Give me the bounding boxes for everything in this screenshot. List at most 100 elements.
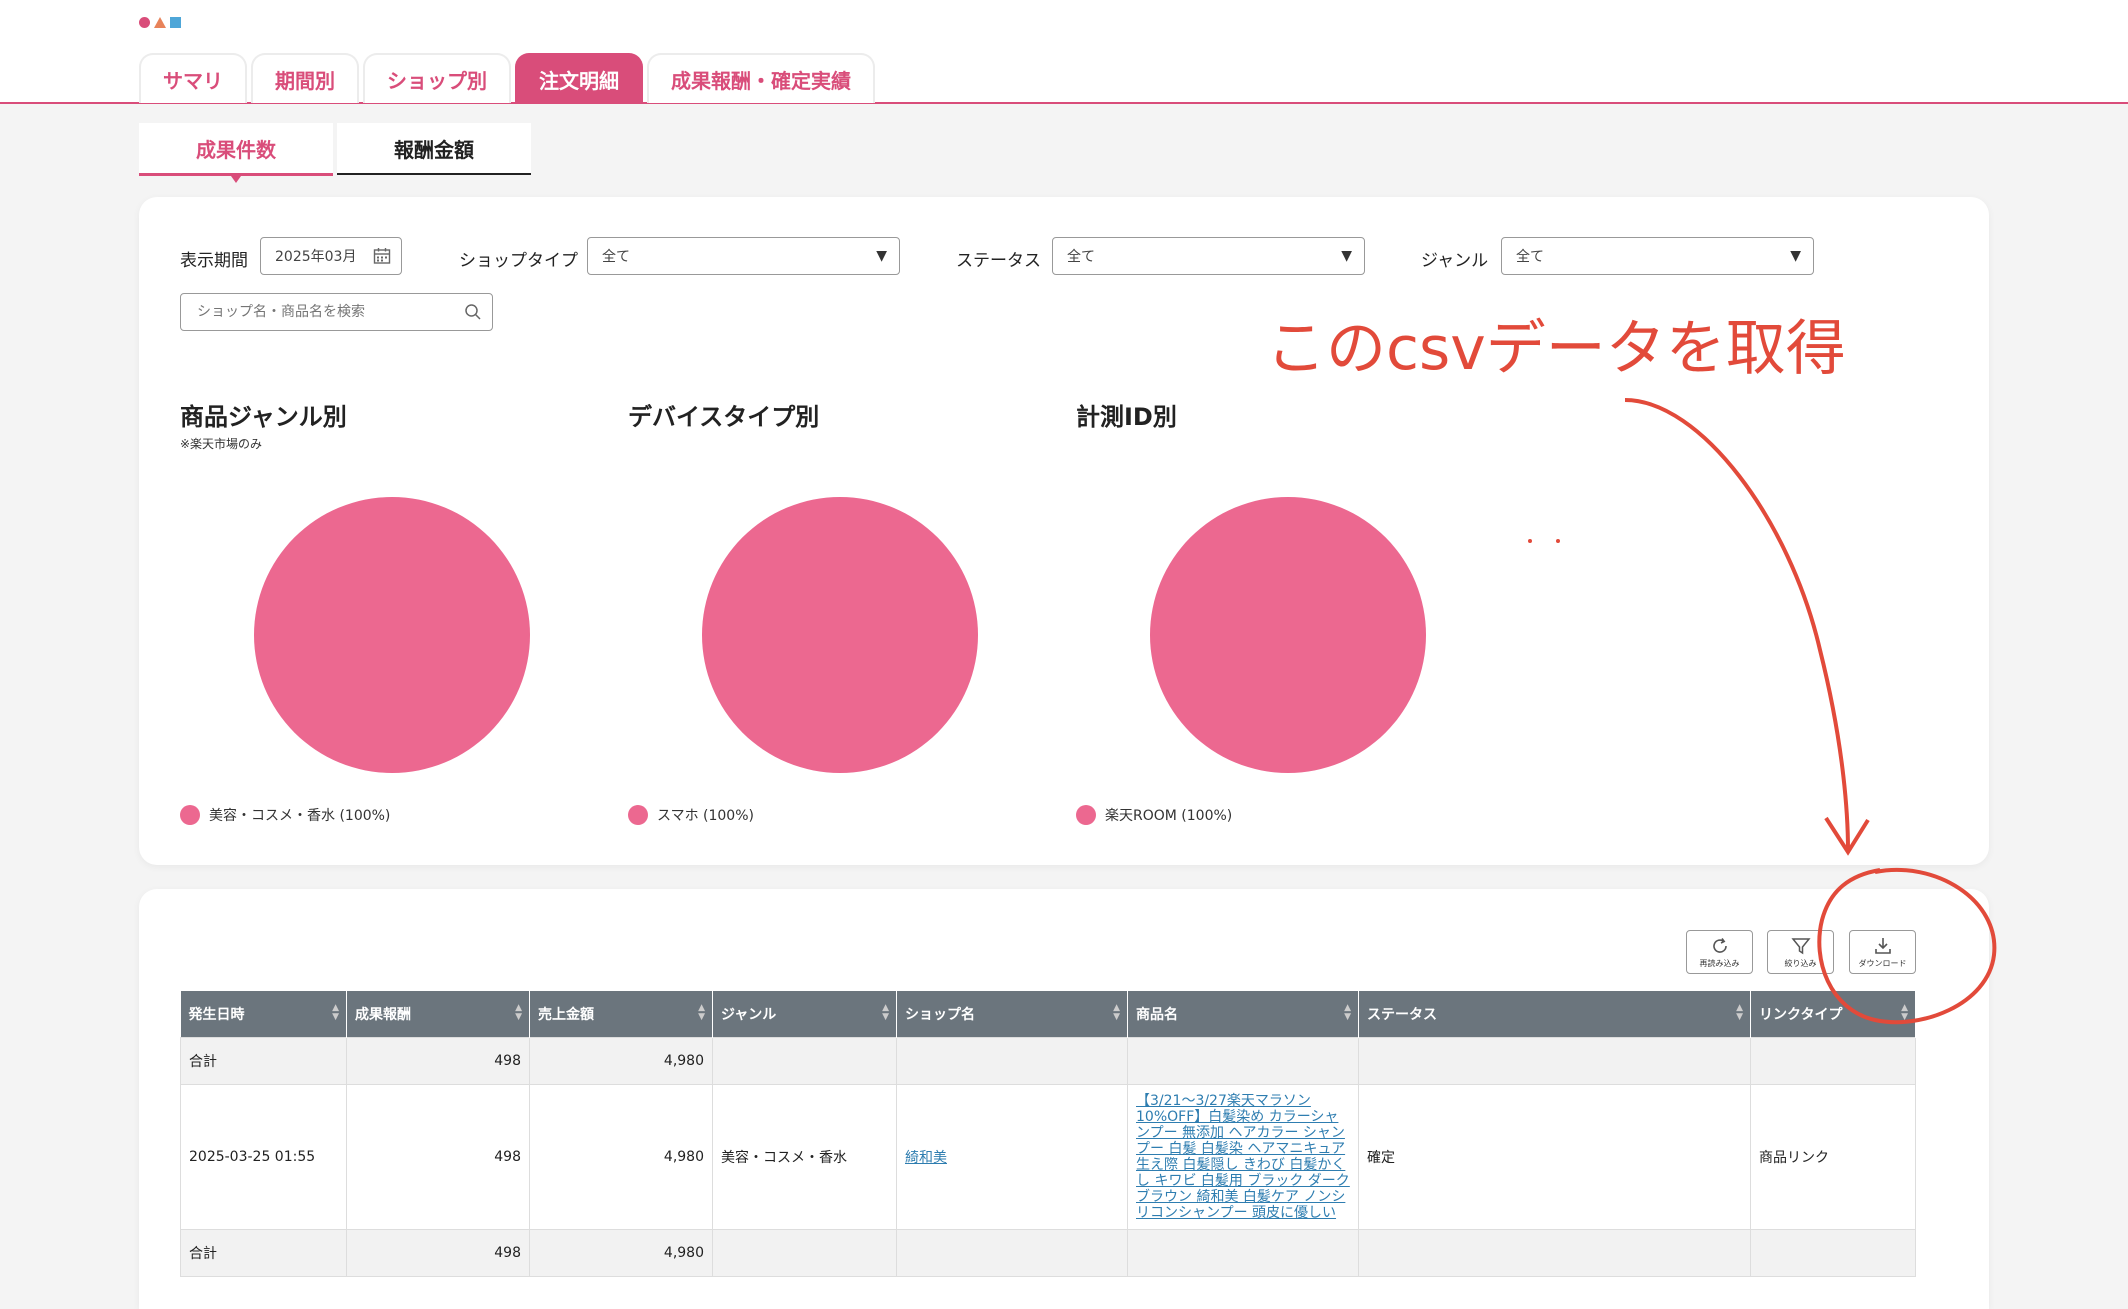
legend-label-tracking-id: 楽天ROOM (100%) — [1105, 808, 1233, 824]
genre-label: ジャンル — [1421, 251, 1489, 271]
legend-dot — [180, 805, 200, 825]
filter-label: 絞り込み — [1784, 958, 1817, 968]
col-header-product[interactable]: 商品名 ▲ ▼ — [1127, 991, 1359, 1038]
pie-slice-genre-beauty — [254, 497, 530, 773]
annotation-text: このcsvデータを取得 — [1266, 314, 1846, 384]
logo-triangle — [154, 17, 166, 28]
pie-slice-device-smartphone — [702, 497, 978, 773]
period-picker[interactable]: 2025年03月 — [260, 237, 402, 275]
reload-button[interactable]: 再読み込み — [1686, 930, 1753, 974]
total-reward: 498 — [346, 1229, 530, 1277]
pie-chart-tracking-id — [1150, 497, 1426, 773]
reload-icon — [1712, 937, 1727, 953]
pie-chart-genre — [254, 497, 530, 773]
total-sales: 4,980 — [529, 1037, 713, 1085]
chart-note-genre: ※楽天市場のみ — [180, 437, 263, 451]
chart-title-device: デバイスタイプ別 — [628, 403, 820, 431]
legend-device: スマホ (100%) — [628, 805, 754, 825]
charts-card: 表示期間 2025年03月 ショップタイプ 全て ▼ ステータス 全て ▼ ジャ… — [139, 197, 1989, 865]
period-label: 表示期間 — [180, 251, 248, 271]
top-header: サマリ 期間別 ショップ別 注文明細 成果報酬・確定実績 — [0, 0, 2128, 104]
col-header-sales[interactable]: 売上金額 ▲ ▼ — [529, 991, 713, 1038]
table-total-row: 合計 498 4,980 — [180, 1037, 1916, 1085]
tab-rewards[interactable]: 成果報酬・確定実績 — [647, 53, 875, 103]
search-input[interactable] — [195, 303, 469, 321]
filter-icon — [1790, 937, 1811, 954]
shop-link[interactable]: 綺和美 — [905, 1150, 947, 1166]
calendar-icon — [373, 247, 391, 269]
status-value: 全て — [1067, 249, 1095, 265]
table-row: 2025-03-25 01:55 498 4,980 美容・コスメ・香水 綺和美… — [180, 1084, 1916, 1230]
pie-chart-device — [702, 497, 978, 773]
app-logo[interactable] — [139, 17, 181, 28]
sort-icon: ▲ ▼ — [1113, 1003, 1120, 1022]
pie-slice-tracking-rakuten-room — [1150, 497, 1426, 773]
table-header-row: 発生日時 ▲ ▼ 成果報酬 ▲ ▼ 売上金額 ▲ ▼ ジャンル ▲ ▼ ショップ名 ▲ ▼ 商品名 ▲… — [180, 991, 1916, 1038]
chart-title-tracking-id: 計測ID別 — [1076, 403, 1177, 431]
sort-icon: ▲ ▼ — [698, 1003, 705, 1022]
dropdown-arrow-icon: ▼ — [1341, 248, 1352, 264]
shoptype-value: 全て — [602, 249, 630, 265]
shoptype-label: ショップタイプ — [459, 251, 578, 271]
download-label: ダウンロード — [1858, 958, 1907, 968]
legend-genre: 美容・コスメ・香水 (100%) — [180, 805, 390, 825]
status-label: ステータス — [956, 251, 1041, 271]
subtab-conversions[interactable]: 成果件数 — [139, 123, 333, 183]
sub-tabs: 成果件数 報酬金額 — [139, 123, 531, 183]
cell-date: 2025-03-25 01:55 — [180, 1084, 347, 1230]
genre-select[interactable]: 全て ▼ — [1501, 237, 1814, 275]
col-header-genre[interactable]: ジャンル ▲ ▼ — [712, 991, 897, 1038]
total-label: 合計 — [180, 1229, 347, 1277]
legend-dot — [628, 805, 648, 825]
dropdown-arrow-icon: ▼ — [1790, 248, 1801, 264]
sort-icon: ▲ ▼ — [515, 1003, 522, 1022]
total-label: 合計 — [180, 1037, 347, 1085]
reload-label: 再読み込み — [1699, 958, 1740, 968]
total-sales: 4,980 — [529, 1229, 713, 1277]
cell-linktype: 商品リンク — [1750, 1084, 1916, 1230]
download-icon — [1874, 937, 1891, 954]
dropdown-arrow-icon: ▼ — [876, 248, 887, 264]
sort-icon: ▲ ▼ — [882, 1003, 889, 1022]
tab-summary[interactable]: サマリ — [139, 53, 247, 103]
shoptype-select[interactable]: 全て ▼ — [587, 237, 900, 275]
tab-order-details[interactable]: 注文明細 — [515, 53, 643, 103]
sort-icon: ▲ ▼ — [1901, 1003, 1908, 1022]
cell-sales: 4,980 — [529, 1084, 713, 1230]
logo-square — [170, 17, 181, 28]
filter-button[interactable]: 絞り込み — [1767, 930, 1834, 974]
logo-circle — [139, 17, 150, 28]
table-total-row: 合計 498 4,980 — [180, 1229, 1916, 1277]
sort-icon: ▲ ▼ — [1344, 1003, 1351, 1022]
col-header-linktype[interactable]: リンクタイプ ▲ ▼ — [1750, 991, 1916, 1038]
tab-shop[interactable]: ショップ別 — [363, 53, 511, 103]
search-icon[interactable] — [464, 303, 482, 325]
cell-shop: 綺和美 — [896, 1084, 1128, 1230]
col-header-reward[interactable]: 成果報酬 ▲ ▼ — [346, 991, 530, 1038]
cell-product: 【3/21〜3/27楽天マラソン10%OFF】白髪染め カラーシャンプー 無添加… — [1127, 1084, 1359, 1230]
status-select[interactable]: 全て ▼ — [1052, 237, 1365, 275]
col-header-shop[interactable]: ショップ名 ▲ ▼ — [896, 991, 1128, 1038]
tab-period[interactable]: 期間別 — [251, 53, 359, 103]
genre-value: 全て — [1516, 249, 1544, 265]
cell-genre: 美容・コスメ・香水 — [712, 1084, 897, 1230]
legend-tracking-id: 楽天ROOM (100%) — [1076, 805, 1232, 825]
product-link[interactable]: 【3/21〜3/27楽天マラソン10%OFF】白髪染め カラーシャンプー 無添加… — [1136, 1093, 1350, 1221]
legend-dot — [1076, 805, 1096, 825]
period-value: 2025年03月 — [275, 249, 357, 265]
orders-table: 発生日時 ▲ ▼ 成果報酬 ▲ ▼ 売上金額 ▲ ▼ ジャンル ▲ ▼ ショップ名 ▲ ▼ 商品名 ▲… — [180, 991, 1916, 1277]
download-button[interactable]: ダウンロード — [1849, 930, 1916, 974]
main-tabs: サマリ 期間別 ショップ別 注文明細 成果報酬・確定実績 — [139, 53, 875, 103]
total-reward: 498 — [346, 1037, 530, 1085]
chart-title-genre: 商品ジャンル別 — [180, 403, 347, 431]
subtab-reward-amount[interactable]: 報酬金額 — [337, 123, 531, 175]
col-header-status[interactable]: ステータス ▲ ▼ — [1358, 991, 1751, 1038]
search-box[interactable] — [180, 293, 493, 331]
legend-label-device: スマホ (100%) — [657, 808, 754, 824]
col-header-date[interactable]: 発生日時 ▲ ▼ — [180, 991, 347, 1038]
sort-icon: ▲ ▼ — [1736, 1003, 1743, 1022]
legend-label-genre: 美容・コスメ・香水 (100%) — [209, 808, 391, 824]
cell-status: 確定 — [1358, 1084, 1751, 1230]
cell-reward: 498 — [346, 1084, 530, 1230]
sort-icon: ▲ ▼ — [332, 1003, 339, 1022]
